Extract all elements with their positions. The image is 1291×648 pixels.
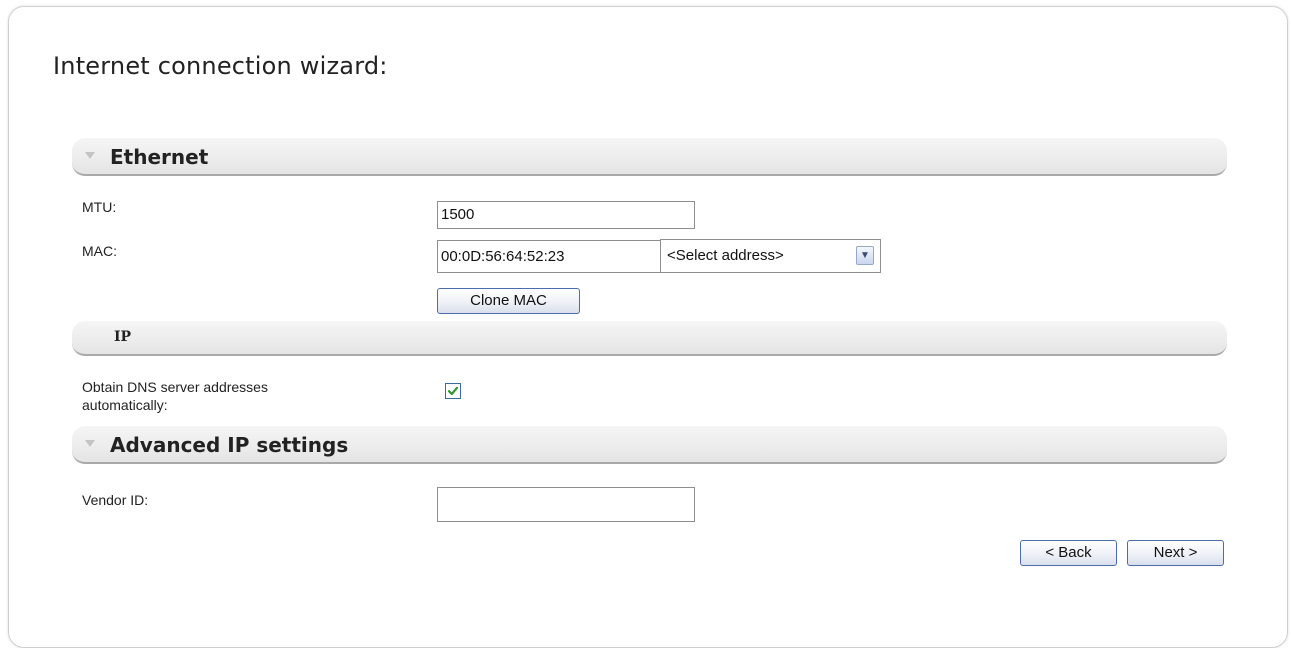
mac-select-value: <Select address> xyxy=(667,247,784,264)
page-title: Internet connection wizard: xyxy=(53,52,388,80)
mtu-input[interactable]: 1500 xyxy=(437,201,695,229)
chevron-down-icon[interactable]: ▼ xyxy=(856,246,874,265)
dns-auto-checkbox[interactable] xyxy=(445,383,461,399)
section-header-advanced-ip[interactable]: Advanced IP settings xyxy=(72,426,1227,464)
dns-auto-label-line1: Obtain DNS server addresses xyxy=(82,379,268,395)
collapse-triangle-icon xyxy=(85,440,95,447)
clone-mac-button[interactable]: Clone MAC xyxy=(437,288,580,314)
section-title-ethernet: Ethernet xyxy=(110,145,209,169)
dns-auto-label: Obtain DNS server addresses automaticall… xyxy=(82,378,268,414)
mac-label: MAC: xyxy=(82,243,117,259)
next-button[interactable]: Next > xyxy=(1127,540,1224,566)
vendor-id-input[interactable] xyxy=(437,487,695,522)
vendor-id-label: Vendor ID: xyxy=(82,492,149,508)
mac-input[interactable]: 00:0D:56:64:52:23 xyxy=(437,240,661,273)
dns-auto-label-line2: automatically: xyxy=(82,397,168,413)
back-button[interactable]: < Back xyxy=(1020,540,1117,566)
collapse-triangle-icon xyxy=(85,152,95,159)
section-title-ip: IP xyxy=(114,329,132,345)
checkmark-icon xyxy=(447,386,459,396)
section-header-ip: IP xyxy=(72,321,1227,356)
mtu-label: MTU: xyxy=(82,199,117,215)
section-header-ethernet[interactable]: Ethernet xyxy=(72,138,1227,176)
section-title-advanced-ip: Advanced IP settings xyxy=(110,433,349,457)
mac-address-select[interactable]: <Select address> ▼ xyxy=(660,239,881,273)
